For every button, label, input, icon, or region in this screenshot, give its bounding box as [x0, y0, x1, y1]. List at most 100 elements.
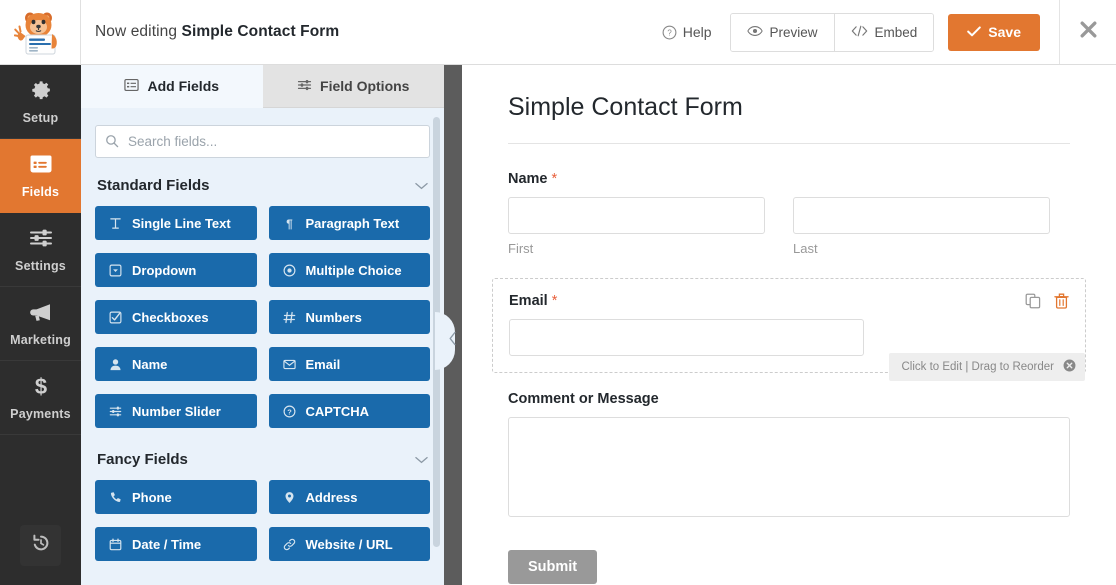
wpforms-mascot-logo-icon: [14, 12, 57, 55]
svg-text:$: $: [34, 374, 46, 398]
revision-history-button[interactable]: [20, 525, 61, 566]
tab-add-fields[interactable]: Add Fields: [81, 65, 263, 108]
field-hint-text: Click to Edit | Drag to Reorder: [901, 361, 1054, 373]
hash-icon: [282, 311, 297, 324]
save-button[interactable]: Save: [948, 13, 1040, 51]
section-title: Standard Fields: [97, 177, 210, 194]
help-button[interactable]: ? Help: [662, 24, 730, 40]
sidebar-item-label: Payments: [10, 407, 71, 421]
field-button-email[interactable]: Email: [268, 347, 430, 381]
form-name-title: Simple Contact Form: [181, 23, 340, 40]
fancy-fields-grid: Phone Address Date / Time Website / URL: [95, 480, 430, 561]
panel-divider[interactable]: [435, 65, 462, 585]
name-first-col: First: [508, 197, 765, 256]
field-button-date-time[interactable]: Date / Time: [95, 527, 257, 561]
field-button-dropdown[interactable]: Dropdown: [95, 253, 257, 287]
sidebar-item-settings[interactable]: Settings: [0, 213, 81, 287]
required-marker: *: [551, 171, 558, 187]
first-name-input[interactable]: [508, 197, 765, 234]
field-button-label: Date / Time: [132, 536, 202, 552]
sidebar-item-setup[interactable]: Setup: [0, 65, 81, 139]
chevron-down-icon: [415, 177, 428, 194]
field-button-website-url[interactable]: Website / URL: [268, 527, 430, 561]
duplicate-icon[interactable]: [1025, 293, 1041, 309]
top-bar: Now editing Simple Contact Form ? Help P…: [0, 0, 1116, 65]
field-options-icon: [297, 78, 312, 95]
sidebar-item-label: Marketing: [10, 333, 71, 347]
field-button-name[interactable]: Name: [95, 347, 257, 381]
user-icon: [108, 358, 123, 371]
sidebar-item-label: Settings: [15, 259, 66, 273]
section-title: Fancy Fields: [97, 451, 188, 468]
field-button-label: Website / URL: [305, 536, 393, 552]
field-button-label: Single Line Text: [132, 215, 231, 231]
name-last-col: Last: [793, 197, 1050, 256]
close-x-icon: [1078, 19, 1099, 45]
field-label: Comment or Message: [508, 391, 659, 407]
email-input[interactable]: [509, 319, 864, 356]
field-button-multiple-choice[interactable]: Multiple Choice: [268, 253, 430, 287]
save-label: Save: [988, 24, 1021, 40]
caret-square-down-icon: [108, 264, 123, 277]
sidebar-item-marketing[interactable]: Marketing: [0, 287, 81, 361]
envelope-icon: [282, 358, 297, 371]
embed-button[interactable]: Embed: [834, 13, 934, 51]
field-button-label: Multiple Choice: [305, 262, 402, 278]
field-button-label: Phone: [132, 489, 172, 505]
map-pin-icon: [282, 491, 297, 504]
close-circle-icon[interactable]: [1063, 359, 1076, 375]
chevron-down-icon: [415, 451, 428, 468]
gear-icon: [2, 78, 79, 104]
preview-button[interactable]: Preview: [730, 13, 835, 51]
field-button-label: Address: [305, 489, 358, 505]
link-icon: [282, 538, 297, 551]
field-tools: [1025, 293, 1069, 309]
field-hint-bar[interactable]: Click to Edit | Drag to Reorder: [889, 353, 1085, 381]
question-circle-icon: ?: [282, 405, 297, 418]
standard-fields-grid: Single Line Text ¶ Paragraph Text Dropdo…: [95, 206, 430, 428]
field-button-address[interactable]: Address: [268, 480, 430, 514]
comment-textarea[interactable]: [508, 417, 1070, 517]
tab-field-options[interactable]: Field Options: [262, 65, 444, 108]
field-label-text: Name: [508, 171, 548, 187]
last-name-input[interactable]: [793, 197, 1050, 234]
svg-text:?: ?: [287, 407, 292, 416]
field-button-label: Numbers: [305, 309, 362, 325]
form-builder-app: Now editing Simple Contact Form ? Help P…: [0, 0, 1116, 585]
search-input[interactable]: [95, 125, 430, 158]
section-header-standard-fields[interactable]: Standard Fields: [95, 173, 430, 206]
fields-panel: Add Fields Field Options Search fields..…: [81, 65, 444, 585]
field-button-single-line-text[interactable]: Single Line Text: [95, 206, 257, 240]
field-button-numbers[interactable]: Numbers: [268, 300, 430, 334]
field-button-phone[interactable]: Phone: [95, 480, 257, 514]
checkbox-icon: [108, 311, 123, 324]
preview-field-email[interactable]: Email * Click to Edit | Drag to Reorder: [492, 278, 1086, 381]
field-button-label: Name: [132, 356, 168, 372]
preview-field-comment[interactable]: Comment or Message: [508, 391, 1070, 522]
field-button-number-slider[interactable]: Number Slider: [95, 394, 257, 428]
field-button-label: Email: [305, 356, 341, 372]
help-label: Help: [682, 24, 712, 40]
sliders-icon: [108, 405, 123, 418]
close-builder-button[interactable]: [1059, 0, 1116, 64]
megaphone-icon: [2, 300, 79, 326]
sidebar-item-fields[interactable]: Fields: [0, 139, 81, 213]
sidebar-item-payments[interactable]: $ Payments: [0, 361, 81, 435]
trash-icon[interactable]: [1054, 293, 1069, 309]
field-button-paragraph-text[interactable]: ¶ Paragraph Text: [268, 206, 430, 240]
panel-tabs: Add Fields Field Options: [81, 65, 444, 108]
field-button-label: Dropdown: [132, 262, 197, 278]
preview-label: Preview: [769, 24, 818, 40]
section-header-fancy-fields[interactable]: Fancy Fields: [95, 447, 430, 480]
text-cursor-icon: [108, 217, 123, 230]
revision-history-icon: [31, 533, 51, 558]
field-button-captcha[interactable]: ? CAPTCHA: [268, 394, 430, 428]
preview-field-name[interactable]: Name * First Last: [508, 171, 1070, 256]
submit-button[interactable]: Submit: [508, 550, 598, 584]
collapse-panel-button[interactable]: [435, 312, 462, 370]
editing-title: Now editing Simple Contact Form: [81, 0, 662, 64]
field-button-checkboxes[interactable]: Checkboxes: [95, 300, 257, 334]
builder-body: Setup Fields Settings Marketing $ Paymen…: [0, 65, 1116, 585]
sidebar-item-label: Fields: [21, 185, 60, 199]
preview-embed-group: Preview Embed: [729, 12, 935, 52]
